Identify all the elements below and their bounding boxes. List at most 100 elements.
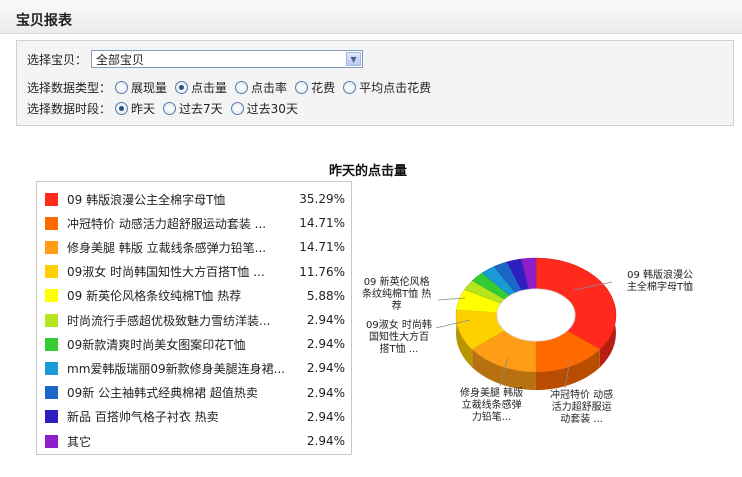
data-period-radio-1[interactable] xyxy=(163,101,177,115)
callout-line: 09 新英伦风格 xyxy=(363,277,430,288)
callout-0: 09 韩版浪漫公 主全棉字母T恤 xyxy=(627,270,693,294)
legend-percent: 2.94% xyxy=(306,434,345,448)
callout-2: 修身美腿 韩版 立裁线条感弹 力铅笔... xyxy=(460,388,523,424)
data-type-option-2[interactable]: 点击率 xyxy=(235,79,287,96)
callout-3: 09淑女 时尚韩 国知性大方百 搭T恤 ... xyxy=(366,320,432,356)
legend-item: 09淑女 时尚韩国知性大方百搭T恤 ... 11.76% xyxy=(45,263,345,281)
legend-item: 09 韩版浪漫公主全棉字母T恤 35.29% xyxy=(45,190,345,208)
legend-label: 09淑女 时尚韩国知性大方百搭T恤 ... xyxy=(67,265,265,280)
legend-label: 时尚流行手感超优极致魅力雪纺洋装... xyxy=(67,313,271,328)
legend-percent: 35.29% xyxy=(299,192,345,206)
callout-1: 冲冠特价 动感 活力超舒服运 动套装 ... xyxy=(550,390,613,426)
data-type-option-0[interactable]: 展现量 xyxy=(115,79,167,96)
data-type-option-label: 点击率 xyxy=(251,80,288,95)
chevron-down-icon[interactable]: ▼ xyxy=(346,52,362,66)
legend-swatch xyxy=(45,337,58,351)
legend-swatch xyxy=(45,265,58,279)
callout-line: 09淑女 时尚韩 xyxy=(366,320,432,331)
legend-item: 其它 2.94% xyxy=(45,432,345,450)
donut-hole xyxy=(496,288,576,342)
legend-item: 新品 百搭帅气格子衬衣 热卖 2.94% xyxy=(45,408,345,426)
callout-line: 国知性大方百 xyxy=(368,332,429,343)
data-type-radio-3[interactable] xyxy=(295,80,309,94)
callout-line: 力铅笔... xyxy=(471,412,512,423)
filter-panel: 选择宝贝： 全部宝贝 ▼ 选择数据类型： 展现量 点击量 点击率 花费 平均点击花费 选… xyxy=(16,40,734,126)
legend-label: 09新 公主袖韩式经典棉裙 超值热卖 xyxy=(67,386,258,401)
callout-line: 09 韩版浪漫公 xyxy=(627,270,693,281)
legend-swatch xyxy=(45,434,58,448)
legend-swatch xyxy=(45,386,58,400)
legend-label: mm爱韩版瑞丽09新款修身美腿连身裙... xyxy=(67,361,286,376)
legend-label: 其它 xyxy=(67,434,92,449)
legend-item: 09 新英伦风格条纹纯棉T恤 热荐 5.88% xyxy=(45,287,345,305)
legend-item: 修身美腿 韩版 立裁线条感弹力铅笔... 14.71% xyxy=(45,238,345,256)
legend-percent: 14.71% xyxy=(299,216,345,231)
legend-item: 09新款清爽时尚美女图案印花T恤 2.94% xyxy=(45,335,345,353)
legend-percent: 2.94% xyxy=(306,409,345,424)
data-period-option-label: 昨天 xyxy=(131,101,156,116)
data-period-option-2[interactable]: 过去30天 xyxy=(230,100,298,117)
data-period-option-label: 过去7天 xyxy=(179,101,223,116)
legend-item: 时尚流行手感超优极致魅力雪纺洋装... 2.94% xyxy=(45,311,345,329)
legend-label: 09新款清爽时尚美女图案印花T恤 xyxy=(67,337,246,352)
data-type-radio-4[interactable] xyxy=(343,80,357,94)
data-type-radio-0[interactable] xyxy=(115,80,129,94)
legend-percent: 2.94% xyxy=(306,385,345,400)
data-type-option-label: 平均点击花费 xyxy=(359,80,432,95)
product-filter-row: 选择宝贝： 全部宝贝 ▼ xyxy=(27,50,364,68)
data-type-radio-2[interactable] xyxy=(235,80,249,94)
product-select[interactable]: 全部宝贝 ▼ xyxy=(91,50,364,68)
data-period-radio-2[interactable] xyxy=(230,101,244,115)
report-panel-header: 宝贝报表 xyxy=(0,0,742,34)
callout-line: 荐 xyxy=(391,301,402,312)
data-type-option-label: 展现量 xyxy=(131,80,168,95)
data-period-radio-0[interactable] xyxy=(115,101,129,115)
data-type-option-1[interactable]: 点击量 xyxy=(175,79,227,96)
legend-swatch xyxy=(45,361,58,375)
callout-line: 冲冠特价 动感 xyxy=(550,390,614,401)
data-type-option-label: 点击量 xyxy=(191,80,228,95)
callout-line: 立裁线条感弹 xyxy=(461,400,522,411)
callout-line: 动套装 ... xyxy=(560,414,603,425)
chart-title: 昨天的点击量 xyxy=(329,164,408,179)
data-period-label: 选择数据时段： xyxy=(27,101,112,116)
product-select-value: 全部宝贝 xyxy=(96,52,145,67)
data-period-option-label: 过去30天 xyxy=(246,101,298,116)
data-period-row: 选择数据时段： 昨天 过去7天 过去30天 xyxy=(27,99,306,117)
data-period-option-1[interactable]: 过去7天 xyxy=(163,100,223,117)
data-type-row: 选择数据类型： 展现量 点击量 点击率 花费 平均点击花费 xyxy=(27,78,439,96)
legend-percent: 11.76% xyxy=(299,264,345,279)
legend-percent: 2.94% xyxy=(306,313,345,327)
data-type-label: 选择数据类型： xyxy=(27,80,112,95)
callout-line: 修身美腿 韩版 xyxy=(460,388,524,399)
legend-percent: 5.88% xyxy=(306,288,345,303)
legend-percent: 2.94% xyxy=(306,337,345,352)
legend-item: 冲冠特价 动感活力超舒服运动套装 ... 14.71% xyxy=(45,214,345,232)
callout-line: 活力超舒服运 xyxy=(551,402,612,413)
legend-label: 09 新英伦风格条纹纯棉T恤 热荐 xyxy=(67,289,242,304)
legend-swatch xyxy=(45,216,58,230)
legend-label: 09 韩版浪漫公主全棉字母T恤 xyxy=(67,192,226,207)
legend-label: 冲冠特价 动感活力超舒服运动套装 ... xyxy=(67,216,267,231)
legend-swatch xyxy=(45,192,58,206)
legend-label: 修身美腿 韩版 立裁线条感弹力铅笔... xyxy=(67,240,267,255)
legend-swatch xyxy=(45,240,58,254)
data-type-option-3[interactable]: 花费 xyxy=(295,79,335,96)
data-type-option-4[interactable]: 平均点击花费 xyxy=(343,79,431,96)
legend-item: 09新 公主袖韩式经典棉裙 超值热卖 2.94% xyxy=(45,384,345,402)
data-period-option-0[interactable]: 昨天 xyxy=(115,100,155,117)
product-filter-label: 选择宝贝： xyxy=(27,52,88,67)
chart-legend: 09 韩版浪漫公主全棉字母T恤 35.29% 冲冠特价 动感活力超舒服运动套装 ..… xyxy=(36,181,352,455)
callout-line: 搭T恤 ... xyxy=(379,344,419,355)
data-type-radio-1[interactable] xyxy=(175,80,189,94)
callout-line: 主全棉字母T恤 xyxy=(627,282,694,293)
data-type-option-label: 花费 xyxy=(311,80,336,95)
callout-4: 09 新英伦风格 条纹纯棉T恤 热荐 xyxy=(362,277,431,313)
legend-swatch xyxy=(45,410,58,424)
legend-swatch xyxy=(45,289,58,303)
legend-item: mm爱韩版瑞丽09新款修身美腿连身裙... 2.94% xyxy=(45,359,345,377)
legend-percent: 2.94% xyxy=(306,361,345,376)
page-title: 宝贝报表 xyxy=(16,13,72,29)
legend-label: 新品 百搭帅气格子衬衣 热卖 xyxy=(67,410,219,425)
callout-line: 条纹纯棉T恤 热 xyxy=(362,289,432,300)
